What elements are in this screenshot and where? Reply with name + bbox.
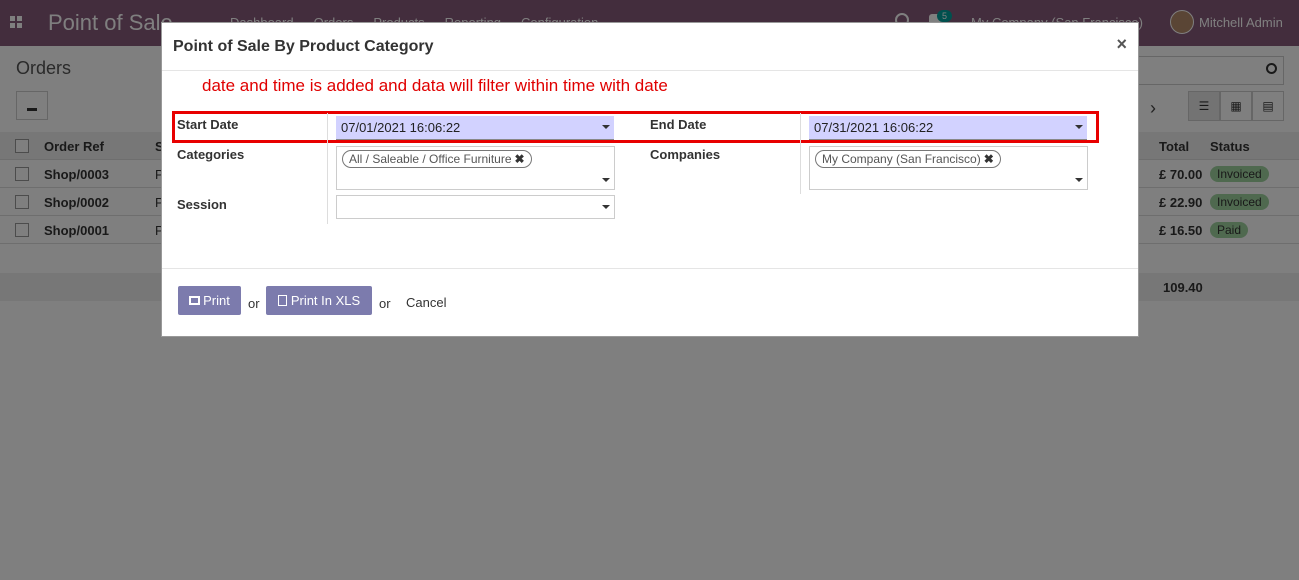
chevron-down-icon[interactable] <box>602 178 610 182</box>
start-date-value: 07/01/2021 16:06:22 <box>341 120 461 135</box>
end-date-input[interactable]: 07/31/2021 16:06:22 <box>809 116 1087 140</box>
companies-field[interactable]: My Company (San Francisco) ✖ <box>809 146 1088 190</box>
session-label: Session <box>177 197 227 212</box>
start-date-label: Start Date <box>177 117 239 132</box>
company-tag: My Company (San Francisco) ✖ <box>815 150 1001 168</box>
remove-tag-icon[interactable]: ✖ <box>984 152 994 166</box>
category-tag: All / Saleable / Office Furniture ✖ <box>342 150 532 168</box>
categories-label: Categories <box>177 147 245 162</box>
left-column-divider <box>327 113 328 224</box>
right-column-divider <box>800 113 801 194</box>
end-date-label: End Date <box>650 117 707 132</box>
category-tag-label: All / Saleable / Office Furniture <box>349 152 512 166</box>
chevron-down-icon[interactable] <box>602 125 610 129</box>
print-icon <box>189 296 201 305</box>
close-icon[interactable]: × <box>1116 34 1127 55</box>
chevron-down-icon[interactable] <box>1075 125 1083 129</box>
print-button[interactable]: Print <box>178 286 241 315</box>
session-select[interactable] <box>336 195 615 219</box>
report-dialog: Point of Sale By Product Category × date… <box>161 22 1139 337</box>
start-date-input[interactable]: 07/01/2021 16:06:22 <box>336 116 614 140</box>
remove-tag-icon[interactable]: ✖ <box>515 152 525 166</box>
companies-label: Companies <box>650 147 721 162</box>
print-xls-button[interactable]: Print In XLS <box>266 286 372 315</box>
or-separator: or <box>379 296 391 311</box>
annotation-text: date and time is added and data will fil… <box>202 76 668 95</box>
chevron-down-icon[interactable] <box>1075 178 1083 182</box>
dialog-header: Point of Sale By Product Category × <box>162 23 1138 71</box>
categories-field[interactable]: All / Saleable / Office Furniture ✖ <box>336 146 615 190</box>
chevron-down-icon[interactable] <box>602 205 610 209</box>
print-button-label: Print <box>203 293 230 308</box>
dialog-footer: Print or Print In XLS or Cancel <box>162 268 1138 336</box>
company-tag-label: My Company (San Francisco) <box>822 152 981 166</box>
cancel-button[interactable]: Cancel <box>406 295 446 310</box>
dialog-title: Point of Sale By Product Category <box>173 38 434 55</box>
print-xls-button-label: Print In XLS <box>290 293 361 308</box>
file-excel-icon <box>277 295 287 306</box>
end-date-value: 07/31/2021 16:06:22 <box>814 120 934 135</box>
or-separator: or <box>248 296 260 311</box>
